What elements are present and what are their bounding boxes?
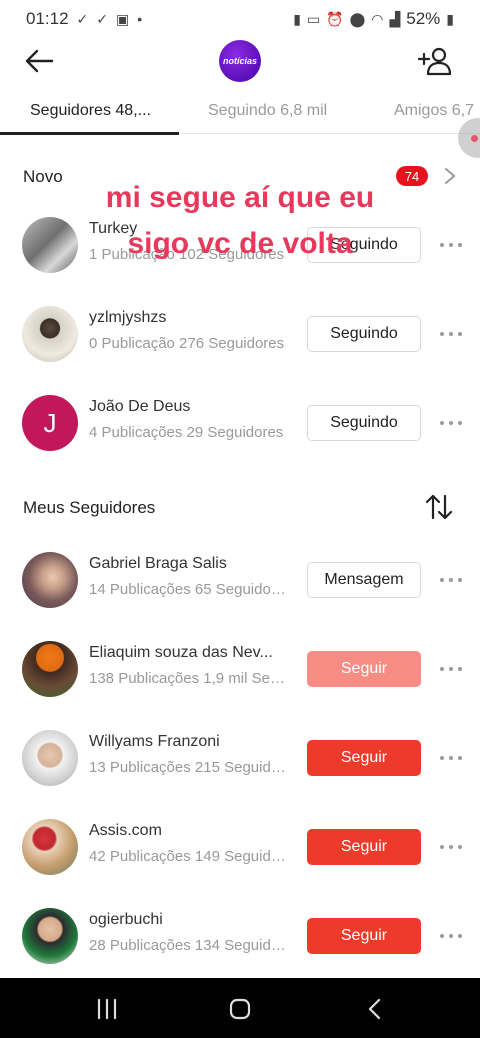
follow-button[interactable]: Seguir bbox=[307, 829, 421, 865]
location-icon: ⬤ bbox=[349, 10, 366, 27]
clock: 01:12 bbox=[26, 9, 69, 28]
youtube-icon: ▣ bbox=[116, 10, 130, 27]
user-name: Turkey bbox=[89, 220, 138, 237]
avatar bbox=[22, 641, 78, 697]
avatar: J bbox=[22, 395, 78, 451]
user-name: Gabriel Braga Salis bbox=[89, 555, 227, 572]
status-bar: 01:12 ✓ ✓ ▣ • ▮ ▭ ⏰ ⬤ ◠ ▟ 52% ▮ bbox=[0, 0, 480, 38]
system-navigation-bar bbox=[0, 978, 480, 1038]
follow-button[interactable]: Seguir bbox=[307, 651, 421, 687]
follow-button[interactable]: Seguir bbox=[307, 740, 421, 776]
user-name: Assis.com bbox=[89, 822, 162, 839]
user-name: João De Deus bbox=[89, 398, 191, 415]
user-stats: 14 Publicações 65 Seguidores bbox=[89, 581, 289, 598]
following-button[interactable]: Seguindo bbox=[307, 316, 421, 352]
more-options-icon[interactable] bbox=[440, 659, 462, 679]
alarm-icon: ⏰ bbox=[326, 10, 344, 27]
list-item[interactable]: ogierbuchi 28 Publicações 134 Seguidores… bbox=[0, 896, 480, 976]
avatar bbox=[22, 908, 78, 964]
user-stats: 1 Publicação 102 Seguidores bbox=[89, 246, 285, 263]
more-options-icon[interactable] bbox=[440, 837, 462, 857]
tab-bar: Seguidores 48,... Seguindo 6,8 mil Amigo… bbox=[0, 92, 480, 135]
battery-saver-icon: ▮ bbox=[293, 10, 301, 27]
user-stats: 28 Publicações 134 Seguidores bbox=[89, 937, 289, 954]
user-stats: 4 Publicações 29 Seguidores bbox=[89, 424, 284, 441]
following-button[interactable]: Seguindo bbox=[307, 227, 421, 263]
active-tab-indicator bbox=[0, 132, 179, 135]
add-friend-icon[interactable] bbox=[418, 44, 452, 78]
bed-icon: ▭ bbox=[306, 10, 321, 27]
home-icon[interactable] bbox=[225, 994, 255, 1024]
more-options-icon[interactable] bbox=[440, 324, 462, 344]
avatar bbox=[22, 819, 78, 875]
signal-icon: ▟ bbox=[389, 10, 401, 27]
more-options-icon[interactable] bbox=[440, 235, 462, 255]
check-icon: ✓ bbox=[96, 10, 109, 27]
user-name: Willyams Franzoni bbox=[89, 733, 220, 750]
tab-following[interactable]: Seguindo 6,8 mil bbox=[208, 102, 327, 120]
more-options-icon[interactable] bbox=[440, 748, 462, 768]
list-item[interactable]: Gabriel Braga Salis 14 Publicações 65 Se… bbox=[0, 540, 480, 620]
following-button[interactable]: Seguindo bbox=[307, 405, 421, 441]
more-options-icon[interactable] bbox=[440, 926, 462, 946]
new-count-badge: 74 bbox=[396, 166, 428, 186]
battery-icon: ▮ bbox=[446, 10, 454, 27]
avatar bbox=[22, 217, 78, 273]
list-item[interactable]: yzlmjyshzs 0 Publicação 276 Seguidores S… bbox=[0, 294, 480, 374]
wifi-icon: ◠ bbox=[371, 10, 384, 27]
dot-icon: • bbox=[137, 11, 143, 27]
user-name: ogierbuchi bbox=[89, 911, 163, 928]
my-followers-title: Meus Seguidores bbox=[23, 498, 156, 517]
avatar bbox=[22, 552, 78, 608]
list-item[interactable]: Turkey 1 Publicação 102 Seguidores Segui… bbox=[0, 205, 480, 285]
user-stats: 138 Publicações 1,9 mil Seguidores bbox=[89, 670, 289, 687]
list-item[interactable]: Eliaquim souza das Nev... 138 Publicaçõe… bbox=[0, 629, 480, 709]
user-stats: 0 Publicação 276 Seguidores bbox=[89, 335, 285, 352]
check-icon: ✓ bbox=[76, 10, 89, 27]
avatar bbox=[22, 306, 78, 362]
message-button[interactable]: Mensagem bbox=[307, 562, 421, 598]
app-logo: notícias bbox=[219, 40, 261, 82]
tab-friends[interactable]: Amigos 6,7 bbox=[394, 102, 474, 120]
follow-button[interactable]: Seguir bbox=[307, 918, 421, 954]
user-stats: 42 Publicações 149 Seguidores bbox=[89, 848, 289, 865]
header: notícias bbox=[0, 38, 480, 84]
new-section-title: Novo bbox=[23, 167, 63, 186]
tab-followers[interactable]: Seguidores 48,... bbox=[30, 102, 151, 120]
user-name: Eliaquim souza das Nev... bbox=[89, 644, 273, 661]
battery-level: 52% bbox=[406, 9, 441, 28]
back-button[interactable] bbox=[22, 42, 56, 80]
more-options-icon[interactable] bbox=[440, 413, 462, 433]
chevron-right-icon[interactable] bbox=[443, 166, 457, 186]
arrow-left-icon bbox=[25, 49, 54, 73]
avatar bbox=[22, 730, 78, 786]
more-options-icon[interactable] bbox=[440, 570, 462, 590]
sort-icon[interactable] bbox=[424, 492, 454, 522]
list-item[interactable]: Willyams Franzoni 13 Publicações 215 Seg… bbox=[0, 718, 480, 798]
user-name: yzlmjyshzs bbox=[89, 309, 167, 326]
back-nav-icon[interactable] bbox=[360, 994, 390, 1024]
user-stats: 13 Publicações 215 Seguidores bbox=[89, 759, 289, 776]
recent-apps-icon[interactable] bbox=[92, 994, 122, 1024]
list-item[interactable]: Assis.com 42 Publicações 149 Seguidores … bbox=[0, 807, 480, 887]
list-item[interactable]: J João De Deus 4 Publicações 29 Seguidor… bbox=[0, 383, 480, 463]
